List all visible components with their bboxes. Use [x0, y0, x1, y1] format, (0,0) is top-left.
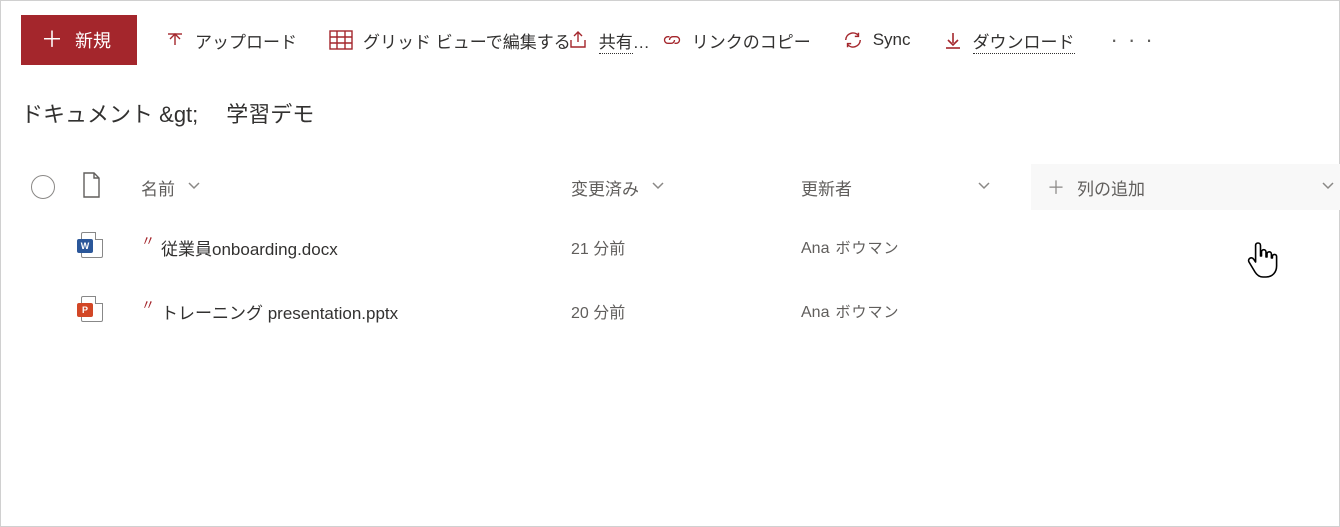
select-all-circle[interactable]: [31, 175, 55, 199]
share-icon: [567, 29, 589, 51]
modified-column-header[interactable]: 変更済み: [571, 175, 801, 200]
table-row[interactable]: W〃従業員onboarding.docx21 分前Anaボウマン: [21, 215, 1319, 279]
upload-button[interactable]: アップロード: [161, 22, 301, 59]
column-header-row: 名前 変更済み 更新者 ＋ 列の追加: [21, 159, 1319, 215]
sync-button[interactable]: Sync: [839, 24, 915, 56]
plus-icon: ＋: [1047, 174, 1065, 200]
chevron-down-icon: [1321, 177, 1335, 197]
link-icon: [662, 30, 682, 50]
copy-link-button[interactable]: リンクのコピー: [658, 22, 815, 59]
modified-cell: 20 分前: [571, 299, 801, 323]
new-indicator-icon: 〃: [141, 295, 155, 315]
powerpoint-file-icon: P: [81, 296, 103, 322]
chevron-down-icon: [187, 177, 201, 197]
new-button[interactable]: ＋ 新規: [21, 15, 137, 65]
new-button-label: 新規: [75, 27, 111, 53]
breadcrumb-current: 学習デモ: [226, 97, 314, 129]
modified-by-column-header[interactable]: 更新者: [801, 175, 1031, 200]
download-label: ダウンロード: [973, 28, 1075, 53]
new-indicator-icon: 〃: [141, 231, 155, 251]
name-column-header[interactable]: 名前: [141, 175, 571, 200]
add-column-button[interactable]: ＋ 列の追加: [1031, 164, 1340, 210]
sync-label: Sync: [873, 30, 911, 50]
grid-icon: [329, 30, 353, 50]
word-file-icon: W: [81, 232, 103, 258]
share-label: 共有…: [599, 28, 650, 53]
file-list: 名前 変更済み 更新者 ＋ 列の追加 W〃従業員onboarding.docx2: [1, 159, 1339, 343]
breadcrumb-root[interactable]: ドキュメント &gt;: [21, 97, 198, 129]
chevron-down-icon: [651, 177, 665, 197]
file-type-header[interactable]: [81, 172, 141, 203]
modified-by-cell: Anaボウマン: [801, 301, 1031, 322]
modified-cell: 21 分前: [571, 235, 801, 259]
file-name: トレーニング presentation.pptx: [161, 299, 398, 324]
file-name-cell[interactable]: 〃トレーニング presentation.pptx: [141, 299, 571, 324]
file-name-cell[interactable]: 〃従業員onboarding.docx: [141, 235, 571, 260]
select-all-cell[interactable]: [21, 175, 81, 199]
copy-link-label: リンクのコピー: [692, 28, 811, 53]
grid-edit-button[interactable]: グリッド ビューで編集する: [325, 22, 575, 59]
share-button[interactable]: 共有…: [563, 22, 654, 59]
download-icon: [943, 30, 963, 50]
grid-edit-label: グリッド ビューで編集する: [363, 28, 571, 53]
table-row[interactable]: P〃トレーニング presentation.pptx20 分前Anaボウマン: [21, 279, 1319, 343]
upload-icon: [165, 30, 185, 50]
download-button[interactable]: ダウンロード: [939, 22, 1079, 59]
sync-icon: [843, 30, 863, 50]
upload-label: アップロード: [195, 28, 297, 53]
toolbar: ＋ 新規 アップロード グリッド ビューで編集する 共有…: [1, 1, 1339, 79]
modified-by-cell: Anaボウマン: [801, 237, 1031, 258]
chevron-down-icon: [977, 177, 991, 197]
breadcrumb: ドキュメント &gt; 学習デモ: [1, 79, 1339, 159]
plus-icon: ＋: [41, 29, 63, 51]
file-name: 従業員onboarding.docx: [161, 235, 338, 260]
overflow-menu[interactable]: · · ·: [1103, 27, 1163, 53]
